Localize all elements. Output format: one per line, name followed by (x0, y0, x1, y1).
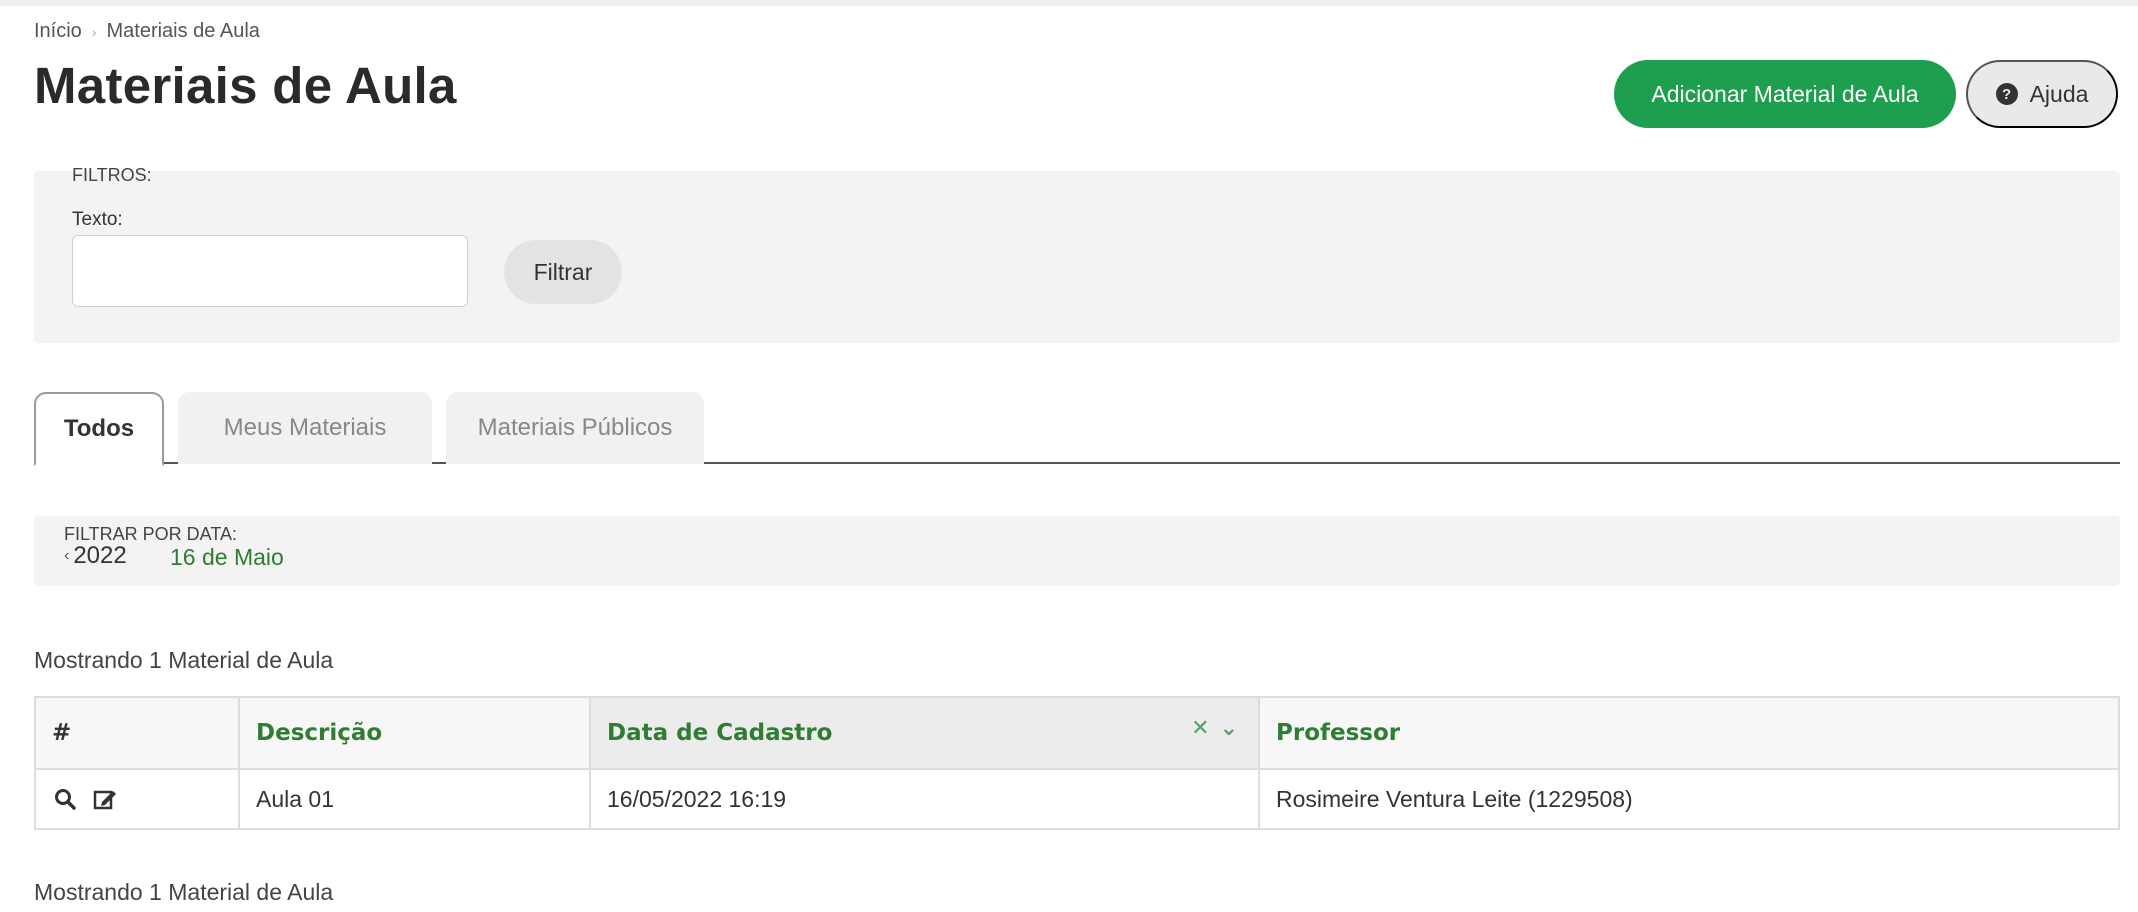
column-header-data-cadastro-label: Data de Cadastro (607, 720, 833, 746)
breadcrumb-home-link[interactable]: Início (34, 20, 82, 43)
chevron-left-icon: ‹ (64, 547, 70, 564)
text-filter-label: Texto: (72, 209, 123, 230)
tab-bar: Todos Meus Materiais Materiais Públicos (34, 392, 2120, 466)
top-strip (0, 0, 2138, 6)
tab-materiais-publicos[interactable]: Materiais Públicos (446, 392, 704, 464)
breadcrumb-current: Materiais de Aula (106, 20, 260, 42)
date-cell: 16/05/2022 16:19 (589, 768, 1260, 830)
tab-todos[interactable]: Todos (34, 392, 164, 466)
results-count-bottom: Mostrando 1 Material de Aula (34, 879, 334, 905)
date-filter-panel: FILTRAR POR DATA: ‹ 2022 16 de Maio (34, 516, 2120, 586)
results-count-top: Mostrando 1 Material de Aula (34, 647, 334, 673)
filter-button[interactable]: Filtrar (504, 240, 622, 304)
column-header-hash: # (34, 696, 240, 770)
help-button-label: Ajuda (2029, 80, 2089, 107)
page-title: Materiais de Aula (34, 57, 457, 114)
column-header-professor[interactable]: Professor (1258, 696, 2120, 770)
help-button[interactable]: ? Ajuda (1966, 60, 2118, 128)
text-filter-input[interactable] (72, 235, 468, 307)
breadcrumb-separator: › (91, 23, 97, 40)
materials-table: # Descrição Data de Cadastro ✕ ⌄ Profess… (34, 696, 2120, 830)
clear-sort-icon[interactable]: ✕ (1191, 716, 1209, 741)
date-year-label: 2022 (73, 542, 127, 569)
column-header-data-cadastro[interactable]: Data de Cadastro ✕ ⌄ (589, 696, 1260, 770)
table-row: Aula 01 16/05/2022 16:19 Rosimeire Ventu… (34, 768, 2120, 830)
chevron-down-icon[interactable]: ⌄ (1220, 716, 1238, 741)
date-year-link[interactable]: ‹ 2022 (64, 542, 127, 570)
sort-controls: ✕ ⌄ (1191, 716, 1238, 741)
description-cell: Aula 01 (238, 768, 591, 830)
breadcrumb: Início › Materiais de Aula (34, 20, 260, 43)
column-header-descricao[interactable]: Descrição (238, 696, 591, 770)
teacher-cell: Rosimeire Ventura Leite (1229508) (1258, 768, 2120, 830)
filters-panel: FILTROS: Texto: Filtrar (34, 165, 2120, 343)
tab-meus-materiais[interactable]: Meus Materiais (178, 392, 432, 464)
date-day-link[interactable]: 16 de Maio (170, 544, 284, 571)
row-actions-cell (34, 768, 240, 830)
filters-title: FILTROS: (72, 165, 152, 185)
search-icon[interactable] (52, 786, 78, 812)
add-material-button[interactable]: Adicionar Material de Aula (1614, 60, 1956, 128)
edit-icon[interactable] (92, 786, 118, 812)
table-header-row: # Descrição Data de Cadastro ✕ ⌄ Profess… (34, 696, 2120, 770)
question-circle-icon: ? (1995, 83, 2018, 105)
